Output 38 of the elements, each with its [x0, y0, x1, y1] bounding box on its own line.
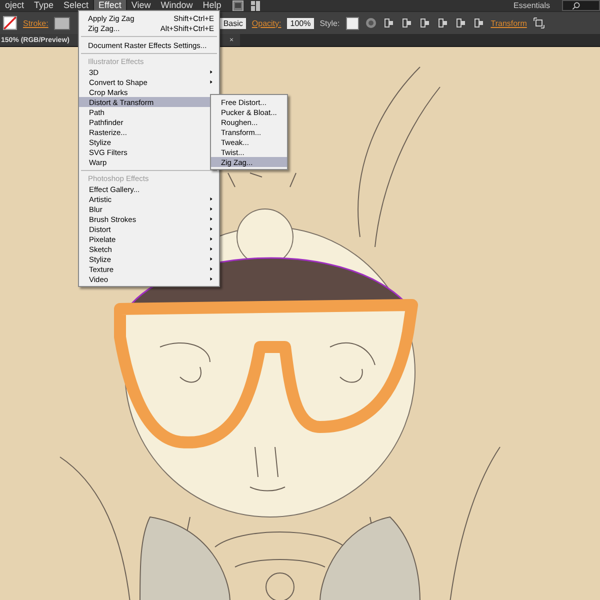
isolate-icon[interactable] [532, 17, 545, 29]
search-icon[interactable] [571, 0, 581, 10]
workspace-switcher[interactable]: Essentials [514, 1, 550, 10]
transform-link[interactable]: Transform [490, 18, 527, 28]
submenu-arrow-icon[interactable] [209, 79, 214, 85]
graphic-style-swatch[interactable] [346, 16, 359, 30]
menu-bar-item[interactable]: Select [58, 0, 94, 11]
fill-none-swatch-icon[interactable] [3, 16, 17, 30]
style-label: Style: [320, 18, 340, 28]
menu-bar-item[interactable]: Window [156, 0, 198, 11]
menu-bar-item[interactable]: View [126, 0, 156, 11]
menu-bar-item[interactable]: oject [0, 0, 30, 11]
stroke-label[interactable]: Stroke: [23, 18, 48, 28]
submenu-arrow-icon[interactable] [209, 256, 214, 262]
brush-definition-field[interactable]: Basic [220, 18, 246, 28]
submenu-arrow-icon[interactable] [209, 276, 214, 282]
submenu-arrow-icon[interactable] [209, 246, 214, 252]
hair-strokes-drawing [228, 172, 296, 188]
stroke-weight-field[interactable] [54, 16, 70, 30]
opacity-field[interactable]: 100% [287, 18, 314, 28]
menu-bar-item[interactable]: Help [198, 0, 226, 11]
submenu-arrow-icon[interactable] [209, 69, 214, 75]
align-left-icon[interactable] [382, 17, 395, 29]
menu-bar-item[interactable]: Effect [94, 0, 126, 11]
align-center-icon[interactable] [400, 17, 413, 29]
submenu-arrow-icon[interactable] [209, 226, 214, 232]
opacity-label[interactable]: Opacity: [252, 18, 282, 28]
submenu-arrow-icon[interactable] [209, 216, 214, 222]
align-right-icon[interactable] [418, 17, 431, 29]
submenu-arrow-icon[interactable] [209, 196, 214, 202]
search-field[interactable] [562, 0, 600, 11]
submenu-arrow-icon[interactable] [209, 206, 214, 212]
submenu-arrow-icon[interactable] [209, 266, 214, 272]
menu-bar-item[interactable]: Type [29, 0, 59, 11]
arrange-documents-icon[interactable] [250, 0, 262, 12]
submenu-arrow-icon[interactable] [209, 236, 214, 242]
screen-mode-icon[interactable] [232, 0, 244, 12]
globe-icon[interactable] [364, 17, 377, 29]
